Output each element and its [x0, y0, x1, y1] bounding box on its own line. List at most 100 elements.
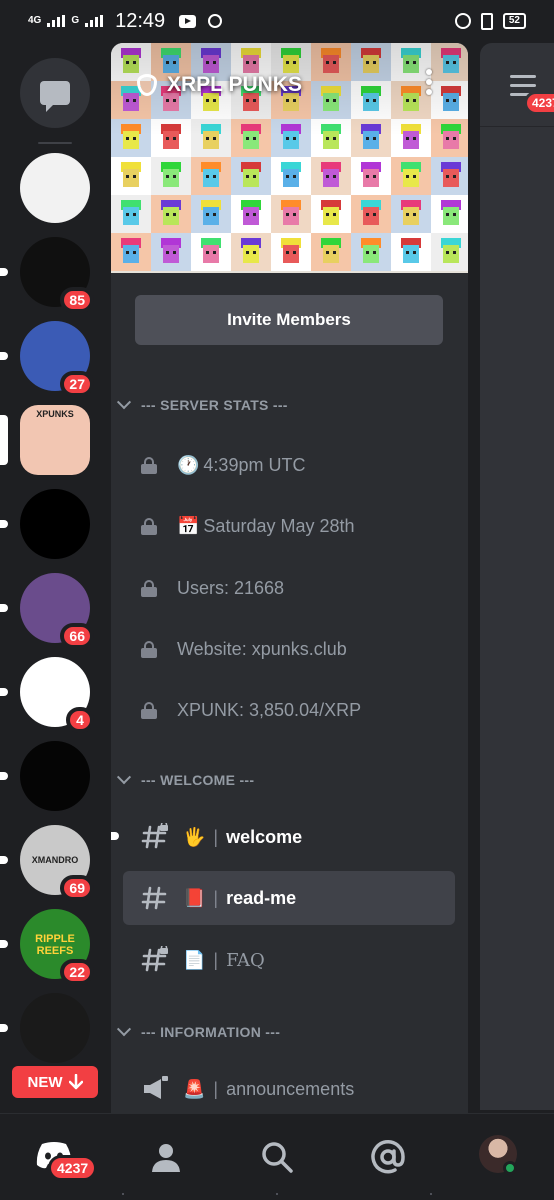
chevron-down-icon — [116, 1022, 132, 1037]
hash-icon — [141, 884, 169, 912]
partner-shield-icon — [137, 74, 157, 96]
mentions-icon — [371, 1140, 405, 1174]
channel-emoji-icon: 📕 — [183, 887, 206, 908]
status-left: 4G G 12:49 — [28, 9, 223, 33]
server-icon[interactable]: 4 — [0, 657, 94, 733]
new-unreads-button[interactable]: NEW — [12, 1066, 98, 1098]
search-tab[interactable] — [257, 1137, 297, 1177]
category-label: --- WELCOME --- — [141, 772, 255, 788]
home-badge: 4237 — [48, 1155, 98, 1181]
unread-indicator — [0, 772, 8, 780]
server-avatar-label: RIPPLE REEFS — [35, 933, 75, 957]
category-server-stats[interactable]: --- SERVER STATS --- — [116, 395, 288, 413]
server-banner[interactable]: XRPL PUNKS — [111, 43, 468, 273]
stat-channel[interactable]: 📅 Saturday May 28th — [123, 499, 455, 553]
mention-badge: 66 — [60, 623, 94, 649]
unread-indicator — [0, 940, 8, 948]
channel-emoji-icon: 📄 — [183, 949, 206, 970]
signal-icon-2 — [85, 15, 104, 27]
invite-members-button[interactable]: Invite Members — [135, 295, 443, 345]
vibrate-icon — [480, 12, 493, 30]
mention-badge: 27 — [60, 371, 94, 397]
chat-bubble-icon — [40, 81, 70, 112]
channel-read-me[interactable]: 📕 | read-me — [123, 871, 455, 925]
stat-channel[interactable]: Users: 21668 — [123, 561, 455, 615]
unread-indicator — [0, 1024, 8, 1032]
server-icon[interactable] — [0, 741, 90, 811]
mention-badge: 85 — [60, 287, 94, 313]
server-avatar — [20, 153, 90, 223]
server-avatar — [20, 993, 90, 1063]
server-avatar — [20, 489, 90, 559]
direct-messages-button[interactable] — [20, 58, 90, 128]
server-icon[interactable]: 66 — [0, 573, 94, 649]
stat-label: Website: xpunks.club — [177, 638, 347, 659]
category-information[interactable]: --- INFORMATION --- — [116, 1022, 281, 1040]
new-pill-label: NEW — [27, 1073, 63, 1091]
unread-indicator — [0, 688, 8, 696]
channel-announcements[interactable]: 🚨 | announcements — [123, 1062, 455, 1113]
server-header[interactable]: XRPL PUNKS — [137, 73, 302, 97]
server-icon[interactable] — [0, 489, 90, 559]
category-label: --- INFORMATION --- — [141, 1024, 281, 1040]
server-icon[interactable] — [0, 993, 90, 1063]
category-label: --- SERVER STATS --- — [141, 397, 288, 413]
signal-icon — [47, 15, 66, 27]
lock-icon — [141, 456, 157, 474]
calendar-emoji-icon: 📅 — [177, 515, 200, 536]
channel-panel: XRPL PUNKS Invite Members --- SERVER STA… — [111, 43, 468, 1113]
arrow-down-icon — [68, 1074, 83, 1090]
friends-tab[interactable] — [146, 1137, 186, 1177]
network-type-1: 4G — [28, 15, 42, 26]
stat-channel[interactable]: Website: xpunks.club — [123, 622, 455, 676]
status-bar: 4G G 12:49 52 — [0, 0, 554, 42]
server-icon[interactable]: 27 — [0, 321, 94, 397]
unread-indicator — [0, 604, 8, 612]
channel-name: announcements — [226, 1078, 355, 1099]
stat-channel[interactable]: 🕐 4:39pm UTC — [123, 438, 455, 492]
unread-indicator — [0, 520, 8, 528]
lock-icon — [141, 579, 157, 597]
friends-icon — [152, 1140, 182, 1172]
server-icon[interactable]: 85 — [0, 237, 94, 313]
network-type-2: G — [71, 15, 80, 26]
selected-indicator — [0, 415, 8, 465]
channel-welcome[interactable]: 🖐 | welcome — [111, 810, 455, 864]
channel-name: FAQ — [226, 949, 265, 971]
alarm-icon — [454, 13, 471, 29]
chat-panel-peek[interactable]: 4237 — [480, 43, 554, 1110]
clock: 12:49 — [115, 9, 166, 32]
chat-header: 4237 — [480, 43, 554, 127]
more-options-icon[interactable] — [426, 69, 432, 95]
server-icon[interactable]: XPUNKS — [0, 405, 90, 475]
category-welcome[interactable]: --- WELCOME --- — [116, 770, 255, 788]
youtube-notification-icon — [179, 14, 197, 28]
stat-label: 4:39pm UTC — [203, 454, 306, 475]
mention-badge: 69 — [60, 875, 94, 901]
pinterest-notification-icon — [208, 14, 223, 28]
channel-faq[interactable]: 📄 | FAQ — [123, 933, 455, 987]
server-icon[interactable]: XMANDRO 69 — [0, 825, 94, 901]
server-avatar — [20, 741, 90, 811]
channel-emoji-icon: 🖐 — [183, 826, 206, 847]
discord-app: 4G G 12:49 52 85 27 XPUNKS 66 4 XMANDRO 69 RIPP… — [0, 0, 554, 1200]
online-status-indicator — [503, 1161, 517, 1175]
lock-icon — [141, 640, 157, 658]
unread-indicator — [0, 856, 8, 864]
lock-icon — [141, 701, 157, 719]
stat-channel[interactable]: XPUNK: 3,850.04/XRP — [123, 683, 455, 737]
unread-indicator — [111, 832, 119, 840]
chevron-down-icon — [116, 395, 132, 410]
server-icon[interactable]: RIPPLE REEFS 22 — [0, 909, 94, 985]
mention-badge: 4 — [66, 707, 94, 733]
menu-badge: 4237 — [524, 91, 554, 115]
locked-hash-icon — [141, 821, 169, 851]
search-icon — [262, 1142, 293, 1173]
mention-badge: 22 — [60, 959, 94, 985]
clock-emoji-icon: 🕐 — [177, 454, 200, 475]
rail-divider — [38, 142, 72, 144]
server-icon[interactable] — [20, 153, 90, 223]
mentions-tab[interactable] — [368, 1137, 408, 1177]
stat-label: Saturday May 28th — [203, 515, 355, 536]
channel-name: read-me — [226, 887, 297, 908]
